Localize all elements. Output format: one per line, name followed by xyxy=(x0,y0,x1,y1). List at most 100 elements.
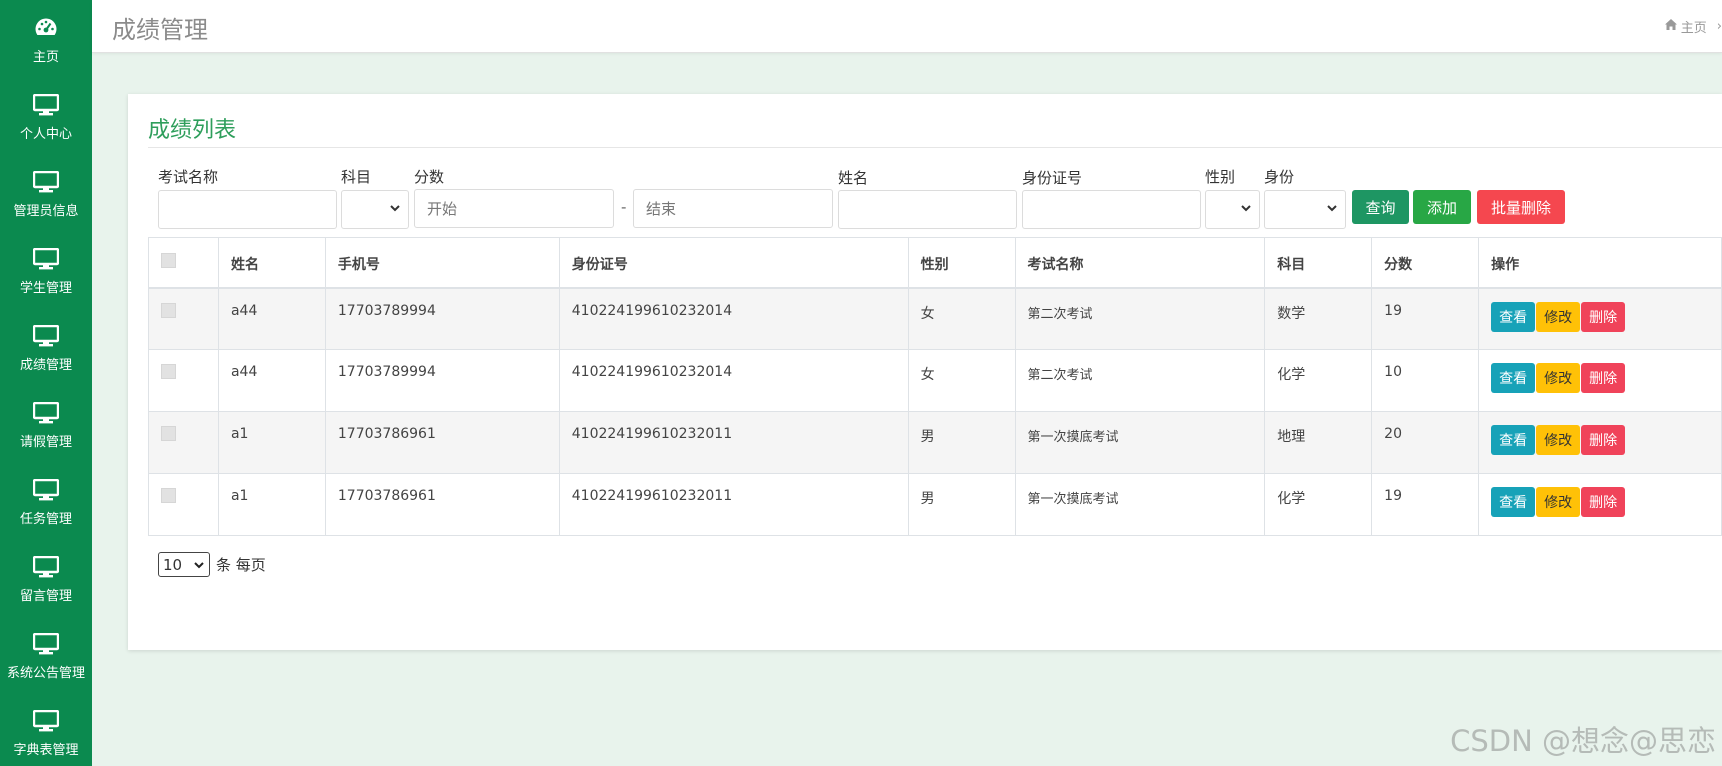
breadcrumb-home-link[interactable]: 主页 xyxy=(1681,17,1707,36)
cell-subject: 数学 xyxy=(1264,287,1373,350)
page-size-select[interactable]: 10 xyxy=(158,552,210,577)
score-table: 姓名 手机号 身份证号 性别 考试名称 科目 分数 操作 a44 1770378… xyxy=(148,237,1722,536)
score-range-dash: - xyxy=(621,198,627,216)
table-header-row: 姓名 手机号 身份证号 性别 考试名称 科目 分数 操作 xyxy=(148,237,1722,289)
cell-phone: 17703786961 xyxy=(324,473,560,536)
gender-label: 性别 xyxy=(1205,168,1236,186)
sidebar-item-messages[interactable]: 留言管理 xyxy=(0,539,92,616)
score-end-placeholder: 结束 xyxy=(646,200,677,218)
subject-select[interactable] xyxy=(341,190,409,229)
sidebar-item-home[interactable]: 主页 xyxy=(0,0,92,77)
cell-name: a44 xyxy=(217,349,326,412)
cell-actions: 查看 修改 删除 xyxy=(1478,473,1722,536)
sidebar-item-leave[interactable]: 请假管理 xyxy=(0,385,92,462)
cell-idcard: 410224199610232011 xyxy=(558,411,909,474)
cell-gender: 男 xyxy=(907,473,1016,536)
row-checkbox[interactable] xyxy=(161,302,176,318)
sidebar-item-label: 字典表管理 xyxy=(13,742,79,758)
gender-select[interactable] xyxy=(1205,190,1260,229)
sidebar-item-label: 管理员信息 xyxy=(13,203,79,219)
cell-score: 20 xyxy=(1371,411,1480,474)
table-row: a44 17703789994 410224199610232014 女 第二次… xyxy=(148,349,1722,412)
sidebar-item-personal-center[interactable]: 个人中心 xyxy=(0,77,92,154)
idcard-label: 身份证号 xyxy=(1022,169,1083,187)
page-title: 成绩管理 xyxy=(112,16,208,44)
view-button[interactable]: 查看 xyxy=(1491,363,1536,393)
watermark: CSDN @想念@思恋 xyxy=(1450,724,1716,758)
top-header: 成绩管理 主页 › xyxy=(92,0,1722,53)
cell-idcard: 410224199610232014 xyxy=(558,287,909,350)
cell-phone: 17703789994 xyxy=(324,287,560,350)
page-size-suffix: 条 每页 xyxy=(216,556,266,574)
monitor-icon xyxy=(31,90,61,120)
sidebar-item-label: 个人中心 xyxy=(19,126,72,142)
cell-actions: 查看 修改 删除 xyxy=(1478,287,1722,350)
idcard-input[interactable] xyxy=(1022,190,1201,229)
score-start-placeholder: 开始 xyxy=(427,200,458,218)
chevron-down-icon xyxy=(390,205,400,212)
row-checkbox[interactable] xyxy=(161,364,176,379)
monitor-icon xyxy=(31,475,61,505)
edit-button[interactable]: 修改 xyxy=(1536,363,1581,393)
exam-name-input[interactable] xyxy=(158,190,337,229)
cell-subject: 化学 xyxy=(1264,473,1373,536)
column-header: 手机号 xyxy=(324,237,560,289)
name-input[interactable] xyxy=(838,190,1017,229)
sidebar-item-tasks[interactable]: 任务管理 xyxy=(0,462,92,539)
cell-subject: 地理 xyxy=(1264,411,1373,474)
sidebar: 主页 个人中心 管理员信息 学生管理 成绩管理 请假管理 任务管理 留言管理 系… xyxy=(0,0,92,766)
cell-idcard: 410224199610232011 xyxy=(558,473,909,536)
sidebar-item-announcements[interactable]: 系统公告管理 xyxy=(0,616,92,693)
cell-phone: 17703786961 xyxy=(324,411,560,474)
search-button[interactable]: 查询 xyxy=(1352,190,1409,224)
page-size-value: 10 xyxy=(163,555,183,574)
cell-name: a44 xyxy=(217,287,326,350)
column-header: 性别 xyxy=(907,237,1016,289)
column-header: 姓名 xyxy=(217,237,326,289)
cell-exam: 第二次考试 xyxy=(1014,349,1266,412)
delete-button[interactable]: 删除 xyxy=(1581,487,1626,517)
column-header: 考试名称 xyxy=(1014,237,1266,289)
home-icon xyxy=(1664,19,1677,34)
cell-idcard: 410224199610232014 xyxy=(558,349,909,412)
delete-button[interactable]: 删除 xyxy=(1581,425,1626,455)
sidebar-item-students[interactable]: 学生管理 xyxy=(0,231,92,308)
add-button[interactable]: 添加 xyxy=(1413,190,1471,224)
monitor-icon xyxy=(31,398,61,428)
sidebar-item-label: 主页 xyxy=(32,49,59,65)
cell-gender: 男 xyxy=(907,411,1016,474)
monitor-icon xyxy=(31,244,61,274)
edit-button[interactable]: 修改 xyxy=(1536,301,1581,332)
row-checkbox[interactable] xyxy=(161,426,176,441)
select-all-checkbox[interactable] xyxy=(161,253,176,268)
view-button[interactable]: 查看 xyxy=(1491,487,1536,517)
row-checkbox[interactable] xyxy=(161,488,176,503)
view-button[interactable]: 查看 xyxy=(1491,301,1536,332)
identity-select[interactable] xyxy=(1264,190,1346,229)
identity-label: 身份 xyxy=(1264,168,1295,186)
score-end-input[interactable]: 结束 xyxy=(633,189,833,228)
monitor-icon xyxy=(31,321,61,351)
card-title: 成绩列表 xyxy=(148,118,237,143)
cell-gender: 女 xyxy=(907,349,1016,412)
dashboard-icon xyxy=(31,13,61,43)
sidebar-item-scores[interactable]: 成绩管理 xyxy=(0,308,92,385)
sidebar-item-label: 系统公告管理 xyxy=(6,665,85,681)
delete-button[interactable]: 删除 xyxy=(1581,301,1626,332)
cell-score: 19 xyxy=(1371,473,1480,536)
table-row: a1 17703786961 410224199610232011 男 第一次摸… xyxy=(148,411,1722,474)
batch-delete-button[interactable]: 批量删除 xyxy=(1477,190,1565,224)
view-button[interactable]: 查看 xyxy=(1491,425,1536,455)
delete-button[interactable]: 删除 xyxy=(1581,363,1626,393)
cell-actions: 查看 修改 删除 xyxy=(1478,349,1722,412)
edit-button[interactable]: 修改 xyxy=(1536,425,1581,455)
edit-button[interactable]: 修改 xyxy=(1536,487,1581,517)
sidebar-item-dictionary[interactable]: 字典表管理 xyxy=(0,693,92,766)
score-label: 分数 xyxy=(414,168,445,186)
pagination: 10 条 每页 xyxy=(158,552,266,577)
cell-name: a1 xyxy=(217,411,326,474)
sidebar-item-admin-info[interactable]: 管理员信息 xyxy=(0,154,92,231)
score-start-input[interactable]: 开始 xyxy=(414,189,614,228)
cell-exam: 第一次摸底考试 xyxy=(1014,473,1266,536)
cell-gender: 女 xyxy=(907,287,1016,350)
